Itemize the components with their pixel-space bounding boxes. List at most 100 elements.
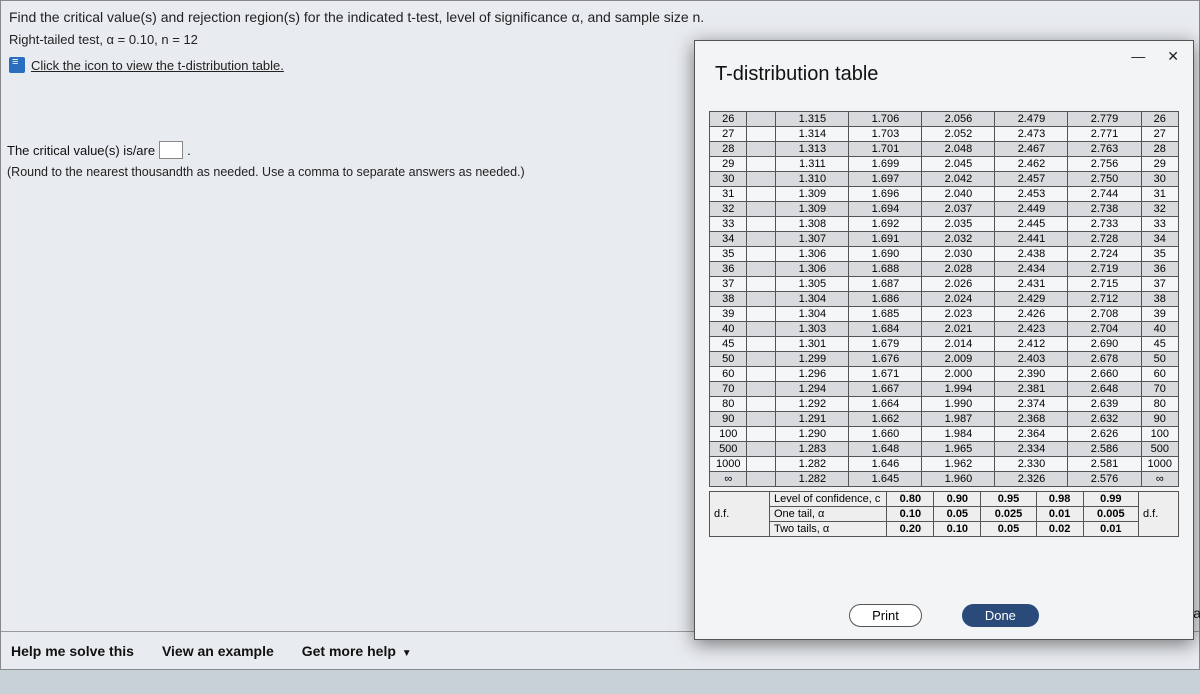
view-example-link[interactable]: View an example xyxy=(162,643,274,659)
df-cell: 40 xyxy=(1141,322,1178,337)
t-distribution-popup: — ✕ T-distribution table 26 1.3151.7062.… xyxy=(694,40,1194,640)
get-more-help-link[interactable]: Get more help ▼ xyxy=(302,643,412,659)
table-icon[interactable] xyxy=(9,57,25,73)
df-cell: 29 xyxy=(1141,157,1178,172)
value-cell: 2.028 xyxy=(922,262,995,277)
value-cell: 1.303 xyxy=(776,322,849,337)
value-cell: 2.000 xyxy=(922,367,995,382)
spacer-cell xyxy=(747,292,776,307)
value-cell: 1.690 xyxy=(849,247,922,262)
value-cell: 2.035 xyxy=(922,217,995,232)
answer-suffix: . xyxy=(187,143,191,158)
value-cell: 2.648 xyxy=(1068,382,1141,397)
value-cell: 1.306 xyxy=(776,247,849,262)
spacer-cell xyxy=(747,472,776,487)
value-cell: 2.626 xyxy=(1068,427,1141,442)
tt-0: 0.20 xyxy=(887,522,934,537)
value-cell: 2.434 xyxy=(995,262,1068,277)
value-cell: 1.694 xyxy=(849,202,922,217)
value-cell: 1.962 xyxy=(922,457,995,472)
df-cell: 30 xyxy=(1141,172,1178,187)
value-cell: 2.030 xyxy=(922,247,995,262)
value-cell: 2.738 xyxy=(1068,202,1141,217)
value-cell: 1.291 xyxy=(776,412,849,427)
ot-1: 0.05 xyxy=(934,507,981,522)
value-cell: 1.292 xyxy=(776,397,849,412)
value-cell: 2.024 xyxy=(922,292,995,307)
value-cell: 2.334 xyxy=(995,442,1068,457)
value-cell: 2.040 xyxy=(922,187,995,202)
critical-value-input[interactable] xyxy=(159,141,183,159)
help-me-solve-link[interactable]: Help me solve this xyxy=(11,643,134,659)
value-cell: 2.712 xyxy=(1068,292,1141,307)
value-cell: 1.667 xyxy=(849,382,922,397)
value-cell: 1.305 xyxy=(776,277,849,292)
conf-0: 0.80 xyxy=(887,492,934,507)
value-cell: 1.696 xyxy=(849,187,922,202)
df-footer-right: d.f. xyxy=(1139,492,1179,537)
print-button[interactable]: Print xyxy=(849,604,922,627)
df-cell: 45 xyxy=(710,337,747,352)
value-cell: 2.403 xyxy=(995,352,1068,367)
df-cell: 27 xyxy=(710,127,747,142)
value-cell: 1.701 xyxy=(849,142,922,157)
value-cell: 1.699 xyxy=(849,157,922,172)
ot-0: 0.10 xyxy=(887,507,934,522)
value-cell: 1.646 xyxy=(849,457,922,472)
tt-4: 0.01 xyxy=(1083,522,1138,537)
df-cell: 500 xyxy=(710,442,747,457)
problem-statement: Find the critical value(s) and rejection… xyxy=(1,1,1199,32)
close-button[interactable]: ✕ xyxy=(1161,46,1185,67)
value-cell: 1.308 xyxy=(776,217,849,232)
df-cell: ∞ xyxy=(1141,472,1178,487)
value-cell: 1.290 xyxy=(776,427,849,442)
df-cell: 40 xyxy=(710,322,747,337)
t-table-footer: d.f. Level of confidence, c 0.80 0.90 0.… xyxy=(709,491,1179,537)
value-cell: 2.462 xyxy=(995,157,1068,172)
value-cell: 2.052 xyxy=(922,127,995,142)
value-cell: 2.704 xyxy=(1068,322,1141,337)
tt-3: 0.02 xyxy=(1036,522,1083,537)
value-cell: 1.686 xyxy=(849,292,922,307)
value-cell: 1.697 xyxy=(849,172,922,187)
table-row: ∞ 1.2821.6451.9602.3262.576∞ xyxy=(710,472,1179,487)
table-row: 37 1.3051.6872.0262.4312.71537 xyxy=(710,277,1179,292)
value-cell: 2.467 xyxy=(995,142,1068,157)
value-cell: 1.960 xyxy=(922,472,995,487)
view-table-link[interactable]: Click the icon to view the t-distributio… xyxy=(31,58,284,73)
value-cell: 1.314 xyxy=(776,127,849,142)
value-cell: 1.648 xyxy=(849,442,922,457)
df-cell: 90 xyxy=(1141,412,1178,427)
minimize-button[interactable]: — xyxy=(1125,46,1151,66)
table-scroll[interactable]: 26 1.3151.7062.0562.4792.7792627 1.3141.… xyxy=(709,111,1179,579)
value-cell: 2.042 xyxy=(922,172,995,187)
value-cell: 1.965 xyxy=(922,442,995,457)
value-cell: 1.282 xyxy=(776,457,849,472)
value-cell: 2.441 xyxy=(995,232,1068,247)
df-cell: 31 xyxy=(710,187,747,202)
df-cell: 26 xyxy=(1141,112,1178,127)
value-cell: 2.632 xyxy=(1068,412,1141,427)
value-cell: 2.445 xyxy=(995,217,1068,232)
value-cell: 1.310 xyxy=(776,172,849,187)
value-cell: 2.733 xyxy=(1068,217,1141,232)
answer-block: The critical value(s) is/are . (Round to… xyxy=(7,141,525,179)
df-cell: 28 xyxy=(1141,142,1178,157)
table-row: 36 1.3061.6882.0282.4342.71936 xyxy=(710,262,1179,277)
table-row: 31 1.3091.6962.0402.4532.74431 xyxy=(710,187,1179,202)
value-cell: 1.687 xyxy=(849,277,922,292)
df-cell: 100 xyxy=(710,427,747,442)
table-row: 32 1.3091.6942.0372.4492.73832 xyxy=(710,202,1179,217)
value-cell: 1.282 xyxy=(776,472,849,487)
df-cell: 32 xyxy=(1141,202,1178,217)
df-cell: 39 xyxy=(710,307,747,322)
ot-2: 0.025 xyxy=(981,507,1036,522)
df-cell: 34 xyxy=(1141,232,1178,247)
spacer-cell xyxy=(747,352,776,367)
df-cell: 29 xyxy=(710,157,747,172)
value-cell: 2.708 xyxy=(1068,307,1141,322)
df-cell: 33 xyxy=(1141,217,1178,232)
value-cell: 2.479 xyxy=(995,112,1068,127)
df-cell: 90 xyxy=(710,412,747,427)
done-button[interactable]: Done xyxy=(962,604,1039,627)
